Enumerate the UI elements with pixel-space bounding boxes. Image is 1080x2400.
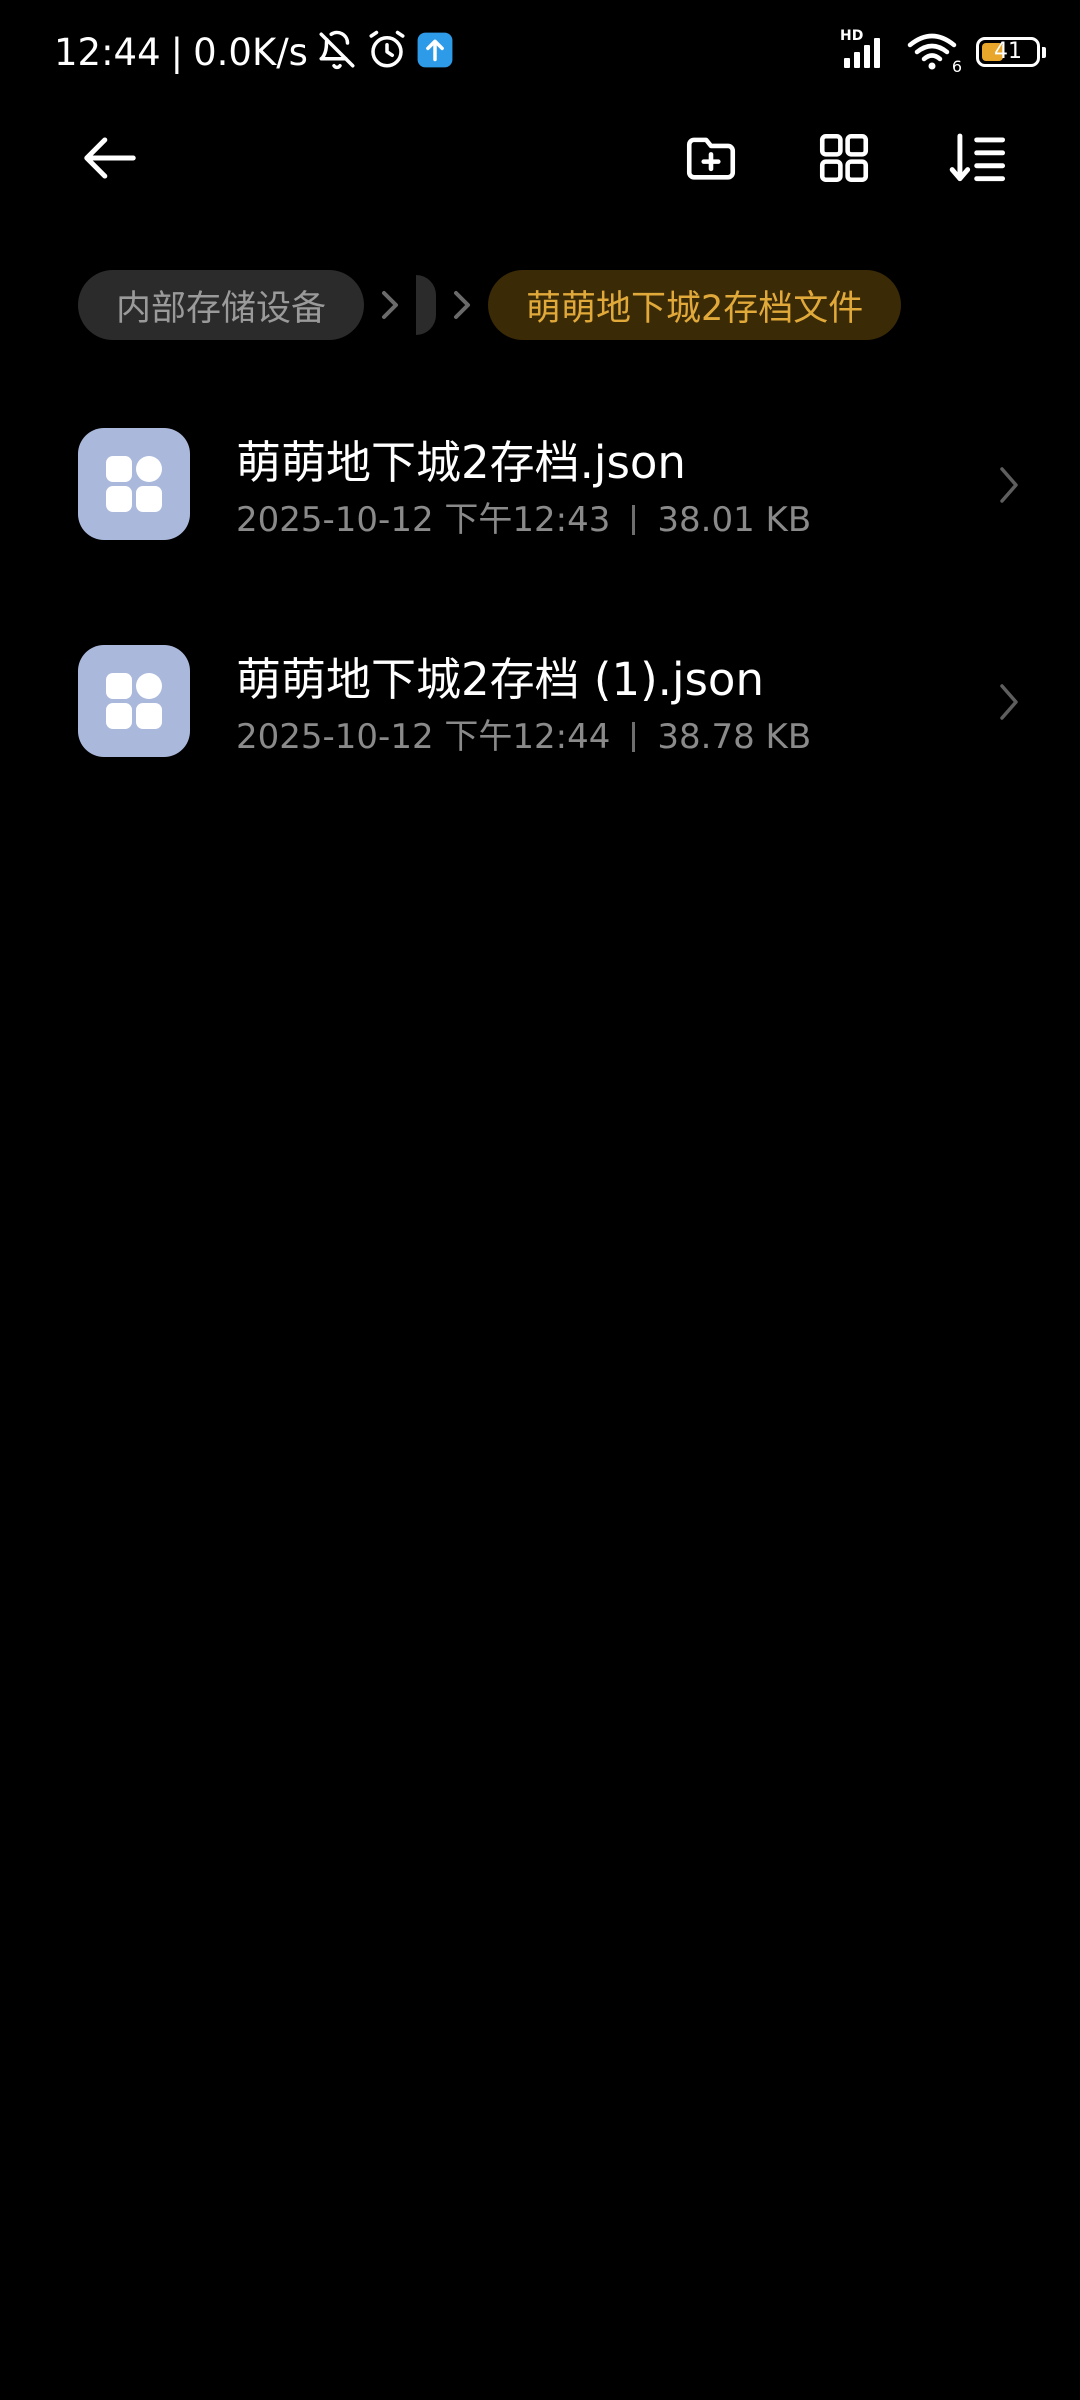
file-size: 38.01 KB xyxy=(657,500,812,540)
clock: 12:44 xyxy=(54,30,161,74)
battery-icon: 41 xyxy=(976,37,1046,67)
network-speed: 0.0K/s xyxy=(193,30,308,74)
folder-plus-icon xyxy=(686,137,736,180)
file-meta: 2025-10-12 下午12:43 38.01 KB xyxy=(236,492,811,541)
file-date: 2025-10-12 下午12:44 xyxy=(236,717,611,757)
file-date: 2025-10-12 下午12:43 xyxy=(236,500,611,540)
sort-icon xyxy=(949,133,1005,182)
status-right: HD 6 41 xyxy=(840,24,1046,80)
new-folder-button[interactable] xyxy=(679,126,743,190)
app-file-icon xyxy=(78,428,190,540)
grid-view-icon xyxy=(819,133,869,183)
file-name: 萌萌地下城2存档.json xyxy=(236,436,686,489)
arrow-left-icon xyxy=(84,137,136,179)
battery-tip xyxy=(1042,47,1046,58)
sort-button[interactable] xyxy=(946,126,1010,190)
alarm-icon xyxy=(366,29,408,75)
breadcrumb-collapsed[interactable] xyxy=(416,275,437,335)
toolbar xyxy=(0,104,1080,208)
meta-divider xyxy=(632,722,636,752)
file-meta: 2025-10-12 下午12:44 38.78 KB xyxy=(236,709,811,758)
hd-label: HD xyxy=(840,28,864,44)
wifi-sub-label: 6 xyxy=(951,57,962,76)
chevron-right-icon xyxy=(1000,684,1018,720)
breadcrumb: 内部存储设备 萌萌地下城2存档文件 xyxy=(78,270,902,340)
file-size: 38.78 KB xyxy=(657,717,812,757)
file-list: 萌萌地下城2存档.json 2025-10-12 下午12:43 38.01 KB… xyxy=(0,400,1080,834)
chevron-right-icon xyxy=(436,285,488,325)
chevron-right-icon xyxy=(364,285,416,325)
file-row[interactable]: 萌萌地下城2存档 (1).json 2025-10-12 下午12:44 38.7… xyxy=(0,617,1080,834)
bell-off-icon xyxy=(316,29,358,75)
chevron-right-icon xyxy=(1000,467,1018,503)
status-left: 12:44 | 0.0K/s xyxy=(54,24,454,80)
app-file-icon xyxy=(78,645,190,757)
upload-app-icon xyxy=(416,31,454,73)
wifi-icon: 6 xyxy=(906,32,962,76)
back-button[interactable] xyxy=(78,126,142,190)
status-divider: | xyxy=(170,30,184,74)
breadcrumb-current[interactable]: 萌萌地下城2存档文件 xyxy=(488,270,902,340)
view-mode-button[interactable] xyxy=(812,126,876,190)
breadcrumb-root[interactable]: 内部存储设备 xyxy=(78,270,365,340)
battery-level: 41 xyxy=(994,39,1022,64)
file-name: 萌萌地下城2存档 (1).json xyxy=(236,653,764,706)
status-bar: 12:44 | 0.0K/s HD 6 41 xyxy=(0,0,1080,104)
signal-icon: HD xyxy=(840,28,894,72)
meta-divider xyxy=(632,505,636,535)
file-row[interactable]: 萌萌地下城2存档.json 2025-10-12 下午12:43 38.01 KB xyxy=(0,400,1080,617)
